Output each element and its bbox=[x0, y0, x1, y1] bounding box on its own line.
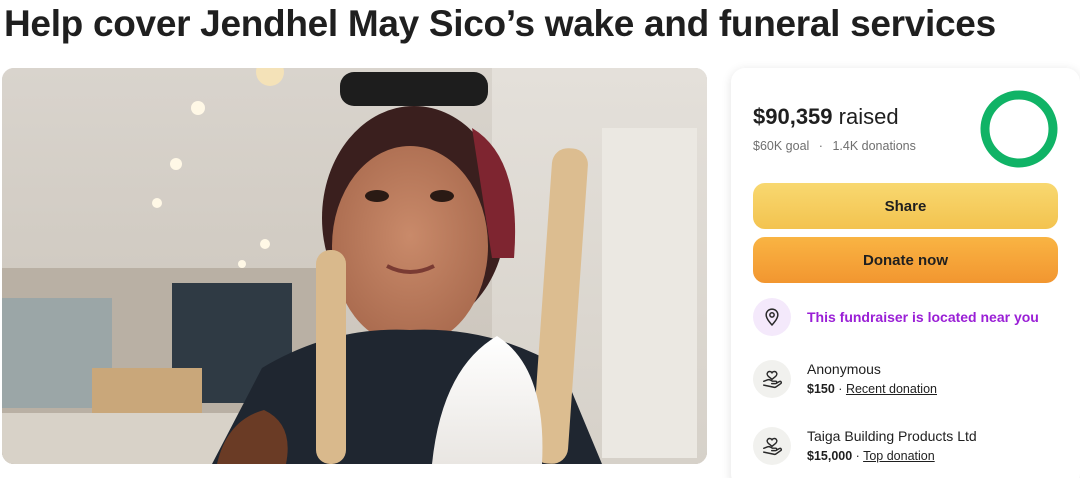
top-donation-link[interactable]: Top donation bbox=[863, 449, 935, 463]
progress-arc bbox=[980, 90, 1058, 168]
recent-donation-link[interactable]: Recent donation bbox=[846, 382, 937, 396]
location-notice-text: This fundraiser is located near you bbox=[807, 309, 1039, 325]
donation-amount: $150 bbox=[807, 382, 835, 396]
share-button[interactable]: Share bbox=[753, 183, 1058, 229]
separator-dot: · bbox=[855, 449, 860, 463]
goal-and-donations: $60K goal · 1.4K donations bbox=[753, 139, 916, 153]
heart-hand-icon bbox=[753, 427, 791, 465]
donation-amount: $15,000 bbox=[807, 449, 853, 463]
heart-hand-icon bbox=[753, 360, 791, 398]
separator-dot: · bbox=[818, 139, 823, 153]
raised-amount: $90,359 bbox=[753, 104, 833, 129]
page-title: Help cover Jendhel May Sico’s wake and f… bbox=[4, 3, 996, 44]
donate-now-button[interactable]: Donate now bbox=[753, 237, 1058, 283]
donation-summary-card: $90,359 raised $60K goal · 1.4K donation… bbox=[731, 68, 1080, 478]
fundraiser-photo bbox=[2, 68, 707, 464]
location-pin-icon bbox=[753, 298, 791, 336]
donor-name: Anonymous bbox=[807, 361, 881, 377]
progress-ring bbox=[980, 90, 1058, 168]
donation-count: 1.4K donations bbox=[832, 139, 916, 153]
separator-dot: · bbox=[838, 382, 843, 396]
donation-item-recent: Anonymous $150 · Recent donation bbox=[753, 360, 1063, 399]
amount-raised: $90,359 raised bbox=[753, 104, 899, 130]
location-notice[interactable]: This fundraiser is located near you bbox=[753, 298, 1063, 336]
donor-name: Taiga Building Products Ltd bbox=[807, 428, 977, 444]
donation-item-top: Taiga Building Products Ltd $15,000 · To… bbox=[753, 427, 1063, 466]
raised-label: raised bbox=[838, 104, 899, 129]
goal-amount: $60K goal bbox=[753, 139, 810, 153]
